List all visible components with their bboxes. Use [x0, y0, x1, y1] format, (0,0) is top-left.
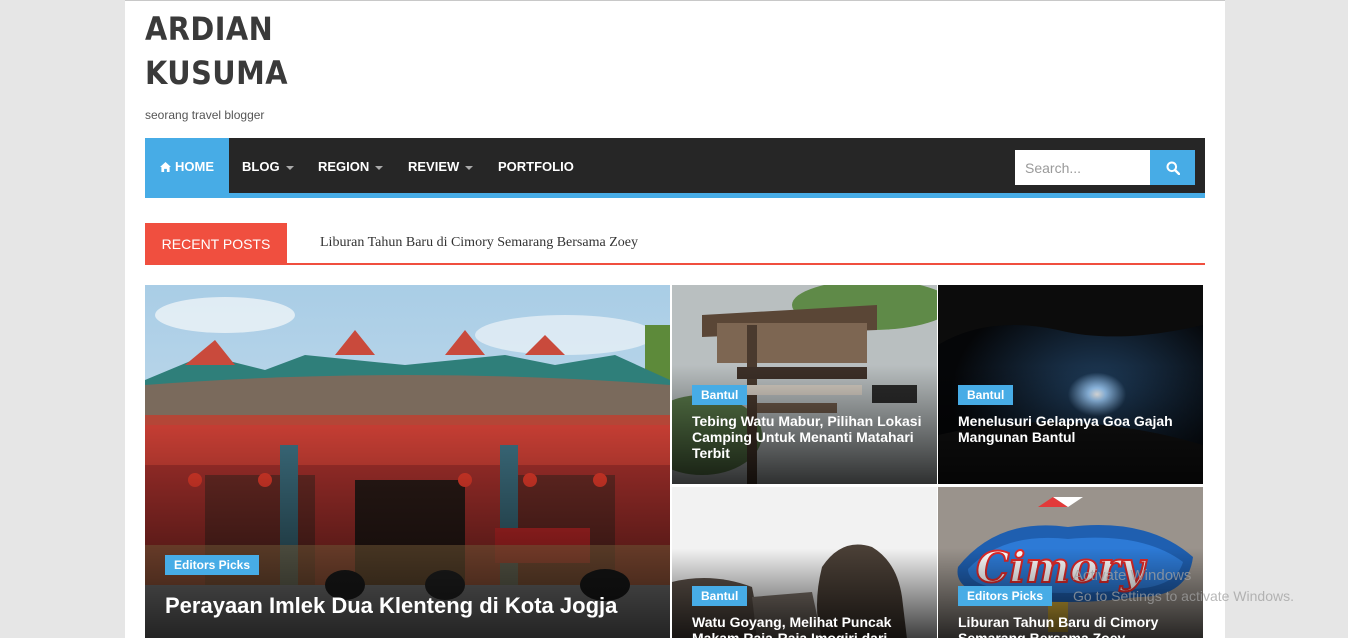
site-brand: ARDIAN KUSUMA seorang travel blogger: [145, 7, 345, 122]
site-title-line1[interactable]: ARDIAN: [145, 7, 325, 51]
site-title[interactable]: ARDIAN KUSUMA: [145, 7, 325, 95]
post-title[interactable]: Menelusuri Gelapnya Goa Gajah Mangunan B…: [958, 413, 1188, 445]
nav-home-label: HOME: [175, 159, 214, 174]
recent-posts-bar: RECENT POSTS Liburan Tahun Baru di Cimor…: [145, 223, 1205, 265]
search-icon: [1166, 161, 1180, 175]
post-title[interactable]: Liburan Tahun Baru di Cimory Semarang Be…: [958, 614, 1188, 638]
nav-home[interactable]: HOME: [145, 138, 229, 193]
nav-portfolio[interactable]: PORTFOLIO: [498, 138, 574, 193]
site-tagline: seorang travel blogger: [145, 108, 265, 122]
recent-posts-ticker[interactable]: Liburan Tahun Baru di Cimory Semarang Be…: [320, 235, 638, 251]
search-button[interactable]: [1150, 150, 1195, 185]
nav-region[interactable]: REGION: [318, 138, 384, 193]
chevron-down-icon: [375, 165, 384, 170]
featured-post-card[interactable]: Bantul Watu Goyang, Melihat Puncak Makam…: [672, 487, 937, 638]
post-category-badge[interactable]: Editors Picks: [958, 586, 1053, 606]
post-title[interactable]: Tebing Watu Mabur, Pilihan Lokasi Campin…: [692, 413, 922, 461]
post-title[interactable]: Watu Goyang, Melihat Puncak Makam Raja-R…: [692, 614, 922, 638]
nav-review[interactable]: REVIEW: [408, 138, 474, 193]
nav-blog[interactable]: BLOG: [242, 138, 294, 193]
watermark-line1: Activate Windows: [1073, 567, 1192, 584]
nav-review-label: REVIEW: [408, 159, 460, 174]
nav-region-label: REGION: [318, 159, 370, 174]
featured-post-card[interactable]: Bantul Tebing Watu Mabur, Pilihan Lokasi…: [672, 285, 937, 484]
post-title[interactable]: Perayaan Imlek Dua Klenteng di Kota Jogj…: [165, 593, 617, 619]
main-navbar: HOME BLOG REGION REVIEW PORTFOLIO: [145, 138, 1205, 198]
featured-post-card[interactable]: Cimory Editors Picks Liburan Tahun Baru …: [938, 487, 1203, 638]
search-input[interactable]: [1015, 150, 1150, 185]
recent-posts-label: RECENT POSTS: [145, 223, 287, 263]
activate-windows-watermark: Activate Windows Go to Settings to activ…: [1073, 565, 1294, 607]
featured-post-large[interactable]: Editors Picks Perayaan Imlek Dua Klenten…: [145, 285, 670, 638]
nav-blog-label: BLOG: [242, 159, 280, 174]
post-category-badge[interactable]: Bantul: [692, 586, 748, 606]
post-category-badge[interactable]: Bantul: [692, 385, 748, 405]
page-container: ARDIAN KUSUMA seorang travel blogger HOM…: [125, 0, 1225, 638]
watermark-line2: Go to Settings to activate Windows.: [1073, 588, 1294, 604]
nav-portfolio-label: PORTFOLIO: [498, 159, 574, 174]
chevron-down-icon: [285, 165, 294, 170]
chevron-down-icon: [465, 165, 474, 170]
home-icon: [160, 162, 171, 172]
post-category-badge[interactable]: Editors Picks: [165, 555, 260, 575]
post-category-badge[interactable]: Bantul: [958, 385, 1014, 405]
featured-post-card[interactable]: Bantul Menelusuri Gelapnya Goa Gajah Man…: [938, 285, 1203, 484]
site-title-line2[interactable]: KUSUMA: [145, 51, 325, 95]
